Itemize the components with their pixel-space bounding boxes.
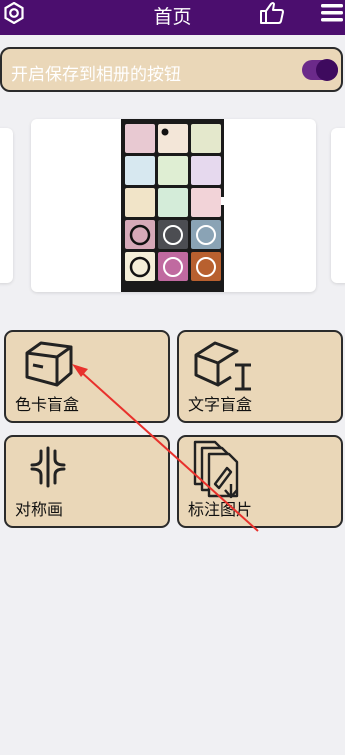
carousel-next-card[interactable]: [331, 128, 345, 283]
save-to-album-label: 开启保存到相册的按钮: [11, 65, 181, 85]
hamburger-menu-icon[interactable]: [321, 2, 343, 28]
annotate-image-button[interactable]: 标注图片: [177, 435, 343, 528]
top-bar: 首页: [0, 0, 345, 35]
tile-label: 文字盲盒: [188, 395, 253, 414]
text-box-icon: [193, 337, 253, 397]
save-to-album-toggle-row: 开启保存到相册的按钮: [0, 47, 343, 92]
tile-label: 色卡盲盒: [15, 395, 80, 414]
preview-image: [121, 119, 224, 292]
box-icon: [23, 337, 75, 393]
save-to-album-switch[interactable]: [302, 59, 338, 81]
text-blind-box-button[interactable]: 文字盲盒: [177, 330, 343, 423]
color-card-blind-box-button[interactable]: 色卡盲盒: [4, 330, 170, 423]
carousel-prev-card[interactable]: [0, 128, 13, 283]
thumbs-up-icon[interactable]: [259, 1, 285, 29]
tile-label: 标注图片: [188, 500, 253, 519]
symmetry-drawing-button[interactable]: 对称画: [4, 435, 170, 528]
page-title: 首页: [153, 6, 192, 28]
switch-knob: [316, 59, 338, 81]
tile-label: 对称画: [15, 500, 64, 519]
carousel-card[interactable]: [31, 119, 316, 292]
symmetry-icon: [26, 445, 70, 493]
